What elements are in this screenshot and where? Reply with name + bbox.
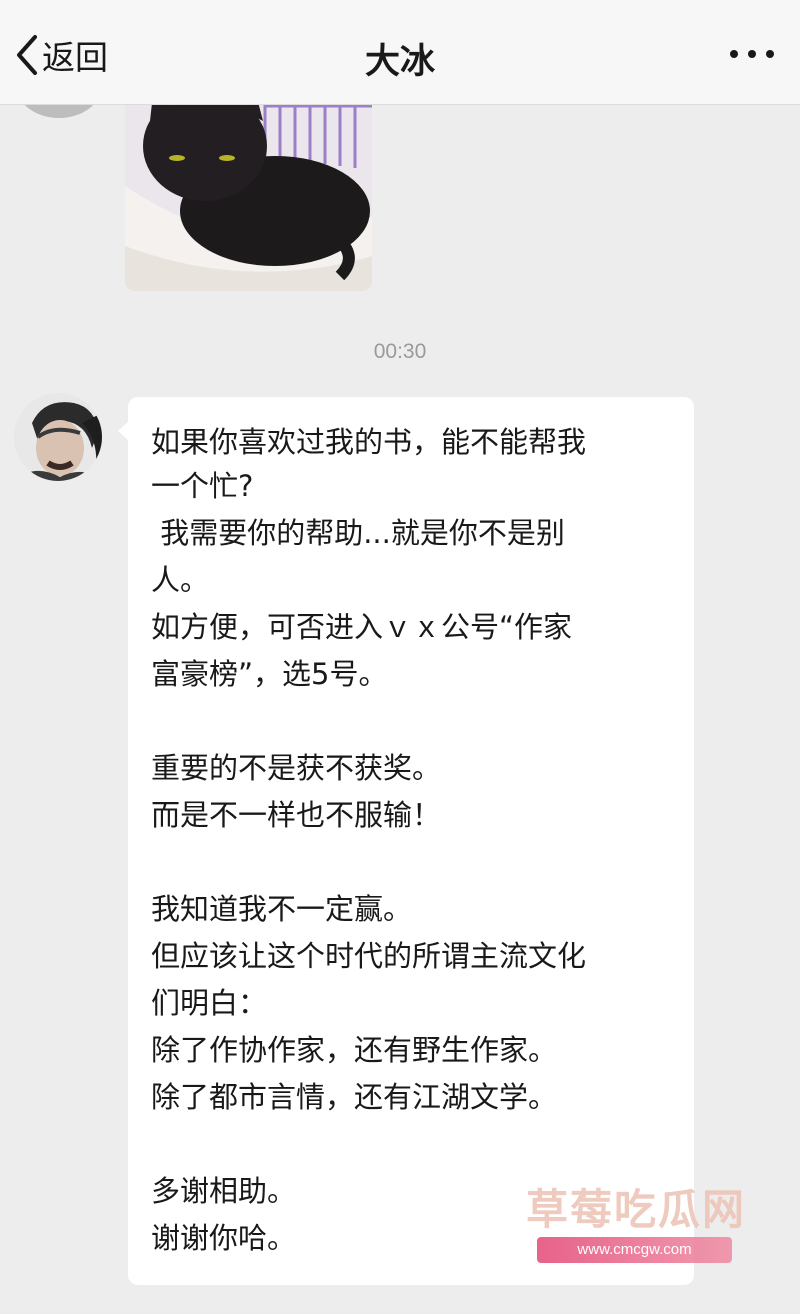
message-line: 除了作协作家，还有野生作家。 [151,1033,558,1067]
chat-title: 大冰 [364,42,435,82]
message-line: 如果你喜欢过我的书，能不能帮我 [151,425,587,459]
message-line: 谢谢你哈。 [151,1221,297,1255]
watermark: 草莓吃瓜网 [525,1185,746,1234]
nav-bar: 返回 大冰 [0,0,800,105]
message-line: 一个忙? [151,469,254,503]
sender-avatar[interactable] [14,393,102,481]
image-message[interactable] [125,76,372,291]
message-line: 多谢相助。 [151,1174,297,1208]
message-line: 我需要你的帮助...就是你不是别 [151,516,565,550]
message-line: 除了都市言情，还有江湖文学。 [151,1080,558,1114]
cat-photo [125,76,372,291]
message-line: 如方便，可否进入ｖｘ公号“作家 [151,610,573,644]
message-line: 我知道我不一定赢。 [151,892,413,926]
message-line: 但应该让这个时代的所谓主流文化 [151,939,587,973]
message-line: 人。 [151,563,210,597]
avatar-photo [14,393,102,481]
message-line: 们明白： [151,986,268,1020]
message-line: 富豪榜”，选5号。 [151,657,388,691]
message-bubble[interactable]: 如果你喜欢过我的书，能不能帮我 一个忙? 我需要你的帮助...就是你不是别 人。… [118,397,694,1285]
watermark-url: www.cmcgw.com [537,1237,732,1263]
message-line: 而是不一样也不服输！ [151,798,442,832]
message-line: 重要的不是获不获奖。 [151,751,442,785]
more-button[interactable] [730,50,774,58]
more-icon [730,50,738,58]
timestamp: 00:30 [373,340,427,363]
